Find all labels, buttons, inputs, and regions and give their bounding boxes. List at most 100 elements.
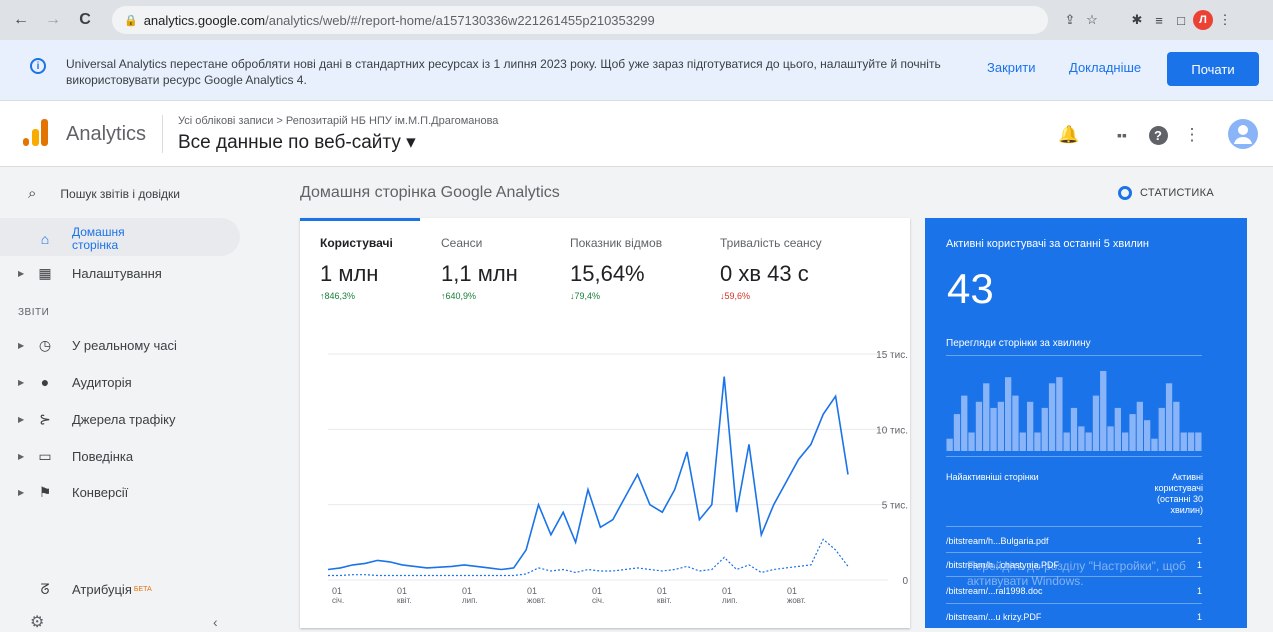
app-header: Analytics Усі облікові записи > Репозита… bbox=[0, 101, 1273, 167]
pageview-bar bbox=[1034, 432, 1041, 451]
pageview-bar bbox=[1180, 432, 1187, 451]
forward-icon[interactable]: → bbox=[42, 9, 64, 31]
metric-value: 1 млн bbox=[320, 261, 379, 286]
report-search[interactable]: ⌕ Пошук звітів і довідки bbox=[28, 185, 180, 202]
page-path: /bitstream/...u krizy.PDF bbox=[946, 612, 1042, 622]
pageview-bar bbox=[1107, 426, 1114, 451]
dashboard-icon: ▦ bbox=[38, 264, 52, 281]
analytics-logo-icon bbox=[23, 118, 49, 146]
metric-delta: ↑640,9% bbox=[441, 291, 477, 301]
browser-menu-icon[interactable]: ⋮ bbox=[1214, 9, 1236, 31]
x-tick-month: січ. bbox=[592, 596, 604, 605]
insights-icon bbox=[1118, 186, 1132, 200]
view-selector[interactable]: Все данные по веб-сайту ▾ bbox=[178, 131, 416, 154]
metric-tab-bounce-rate[interactable]: Показник відмов 15,64% ↓79,4% bbox=[570, 236, 662, 301]
y-tick-label: 15 тис. bbox=[876, 350, 908, 361]
pageview-bar bbox=[968, 432, 975, 451]
overview-card: Користувачі 1 млн ↑846,3% Сеанси 1,1 млн… bbox=[300, 218, 910, 628]
insights-link[interactable]: СТАТИСТИКА bbox=[1118, 186, 1214, 200]
sidebar-item-customization[interactable]: ▶ ▦ Налаштування bbox=[18, 261, 162, 285]
pageview-bar bbox=[1019, 432, 1026, 451]
clock-icon: ◷ bbox=[38, 336, 52, 353]
windows-activation-watermark: Перейдіть до розділу "Настройки", щоб ак… bbox=[967, 559, 1186, 588]
users-series-line bbox=[327, 376, 849, 571]
metric-tab-users[interactable]: Користувачі 1 млн ↑846,3% bbox=[320, 236, 393, 301]
pageview-bar bbox=[961, 395, 968, 451]
metric-value: 1,1 млн bbox=[441, 261, 518, 286]
pageview-bar bbox=[946, 438, 953, 451]
pageview-bar bbox=[1085, 432, 1092, 451]
metric-tab-session-duration[interactable]: Тривалість сеансу 0 хв 43 с ↓59,6% bbox=[720, 236, 822, 301]
pageview-bar bbox=[1114, 407, 1121, 451]
realtime-title: Активні користувачі за останні 5 хвилин bbox=[946, 238, 1149, 250]
breadcrumb[interactable]: Усі облікові записи > Репозитарій НБ НПУ… bbox=[178, 115, 498, 127]
sidebar-item-audience[interactable]: ▶ ● Аудиторія bbox=[18, 370, 132, 394]
profile-button[interactable]: Л bbox=[1192, 9, 1214, 31]
pageview-bar bbox=[1151, 438, 1158, 451]
pageview-bar bbox=[1005, 377, 1012, 451]
details-link[interactable]: Докладніше bbox=[1069, 60, 1141, 75]
admin-gear-icon[interactable]: ⚙ bbox=[30, 612, 44, 632]
bookmark-star-icon[interactable]: ☆ bbox=[1081, 9, 1103, 31]
users-line-chart: 15 тис.10 тис.5 тис.001січ.01квіт.01лип.… bbox=[327, 350, 908, 605]
pageview-bar bbox=[997, 401, 1004, 451]
pageview-bar bbox=[1122, 432, 1129, 451]
divider bbox=[946, 603, 1202, 604]
metric-label: Сеанси bbox=[441, 236, 483, 250]
help-icon[interactable]: ? bbox=[1146, 123, 1170, 147]
share-icon[interactable]: ⇪ bbox=[1059, 9, 1081, 31]
flag-icon: ⚑ bbox=[38, 483, 52, 500]
divider bbox=[946, 456, 1202, 457]
comparison-series-line bbox=[328, 538, 849, 577]
sidebar-item-acquisition[interactable]: ▶ ⊱ Джерела трафіку bbox=[18, 407, 176, 431]
page-title: Домашня сторінка Google Analytics bbox=[300, 184, 560, 201]
side-panel-icon[interactable]: □ bbox=[1170, 9, 1192, 31]
start-button[interactable]: Почати bbox=[1167, 52, 1259, 86]
address-bar[interactable]: 🔒 analytics.google.com /analytics/web/#/… bbox=[112, 6, 1048, 34]
pageview-bar bbox=[1100, 371, 1107, 451]
pageview-bar bbox=[975, 401, 983, 451]
pageview-bar bbox=[1158, 407, 1165, 451]
reading-list-icon[interactable]: ≡ bbox=[1148, 9, 1170, 31]
sidebar-item-conversions[interactable]: ▶ ⚑ Конверсії bbox=[18, 480, 128, 504]
sidebar-item-attribution[interactable]: ᘔ Атрибуція БЕТА bbox=[18, 577, 151, 601]
notifications-icon[interactable]: 🔔 bbox=[1057, 123, 1081, 147]
sidebar-item-home[interactable]: ⌂ Домашня сторінка bbox=[18, 225, 152, 253]
active-users-count: 43 bbox=[947, 265, 994, 312]
account-avatar[interactable] bbox=[1228, 119, 1258, 149]
top-page-row[interactable]: /bitstream/...u krizy.PDF 1 bbox=[946, 612, 1202, 622]
close-banner-link[interactable]: Закрити bbox=[987, 60, 1035, 75]
back-icon[interactable]: ← bbox=[10, 9, 32, 31]
reload-icon[interactable]: C bbox=[74, 9, 96, 31]
pageview-bar bbox=[1078, 426, 1085, 451]
pageview-bar bbox=[1136, 401, 1143, 451]
active-users-header: Активні користувачі (останні 30 хвилин) bbox=[1154, 472, 1203, 515]
apps-grid-icon[interactable]: ▪▪ bbox=[1110, 123, 1134, 147]
sidebar-item-label: Джерела трафіку bbox=[72, 411, 176, 427]
x-tick-month: січ. bbox=[332, 596, 344, 605]
sidebar-item-behavior[interactable]: ▶ ▭ Поведінка bbox=[18, 444, 133, 468]
pageview-bar bbox=[990, 407, 997, 451]
sidebar-item-realtime[interactable]: ▶ ◷ У реальному часі bbox=[18, 333, 177, 357]
pageview-bar bbox=[953, 414, 961, 451]
y-tick-label: 0 bbox=[902, 576, 908, 587]
top-page-row[interactable]: /bitstream/h...Bulgaria.pdf 1 bbox=[946, 536, 1202, 546]
sidebar-item-label: Атрибуція bbox=[72, 581, 132, 597]
app-name: Analytics bbox=[66, 123, 147, 145]
reports-section-label: ЗВІТИ bbox=[18, 307, 50, 318]
x-tick-day: 01 bbox=[332, 586, 342, 596]
divider bbox=[946, 552, 1202, 553]
person-icon: ● bbox=[40, 374, 50, 390]
pageview-bar bbox=[1173, 401, 1180, 451]
pageview-bar bbox=[1070, 407, 1078, 451]
x-tick-month: лип. bbox=[462, 596, 478, 605]
active-tab-indicator bbox=[300, 218, 420, 221]
more-vert-icon[interactable]: ⋮ bbox=[1180, 123, 1204, 147]
banner-message: Universal Analytics перестане обробляти … bbox=[66, 57, 941, 87]
extensions-icon[interactable]: ✱ bbox=[1126, 9, 1148, 31]
acquisition-icon: ⊱ bbox=[39, 410, 51, 427]
pageviews-bar-chart bbox=[946, 371, 1202, 451]
pageview-bar bbox=[1129, 414, 1136, 451]
info-icon: i bbox=[30, 58, 46, 74]
metric-tab-sessions[interactable]: Сеанси 1,1 млн ↑640,9% bbox=[441, 236, 518, 301]
